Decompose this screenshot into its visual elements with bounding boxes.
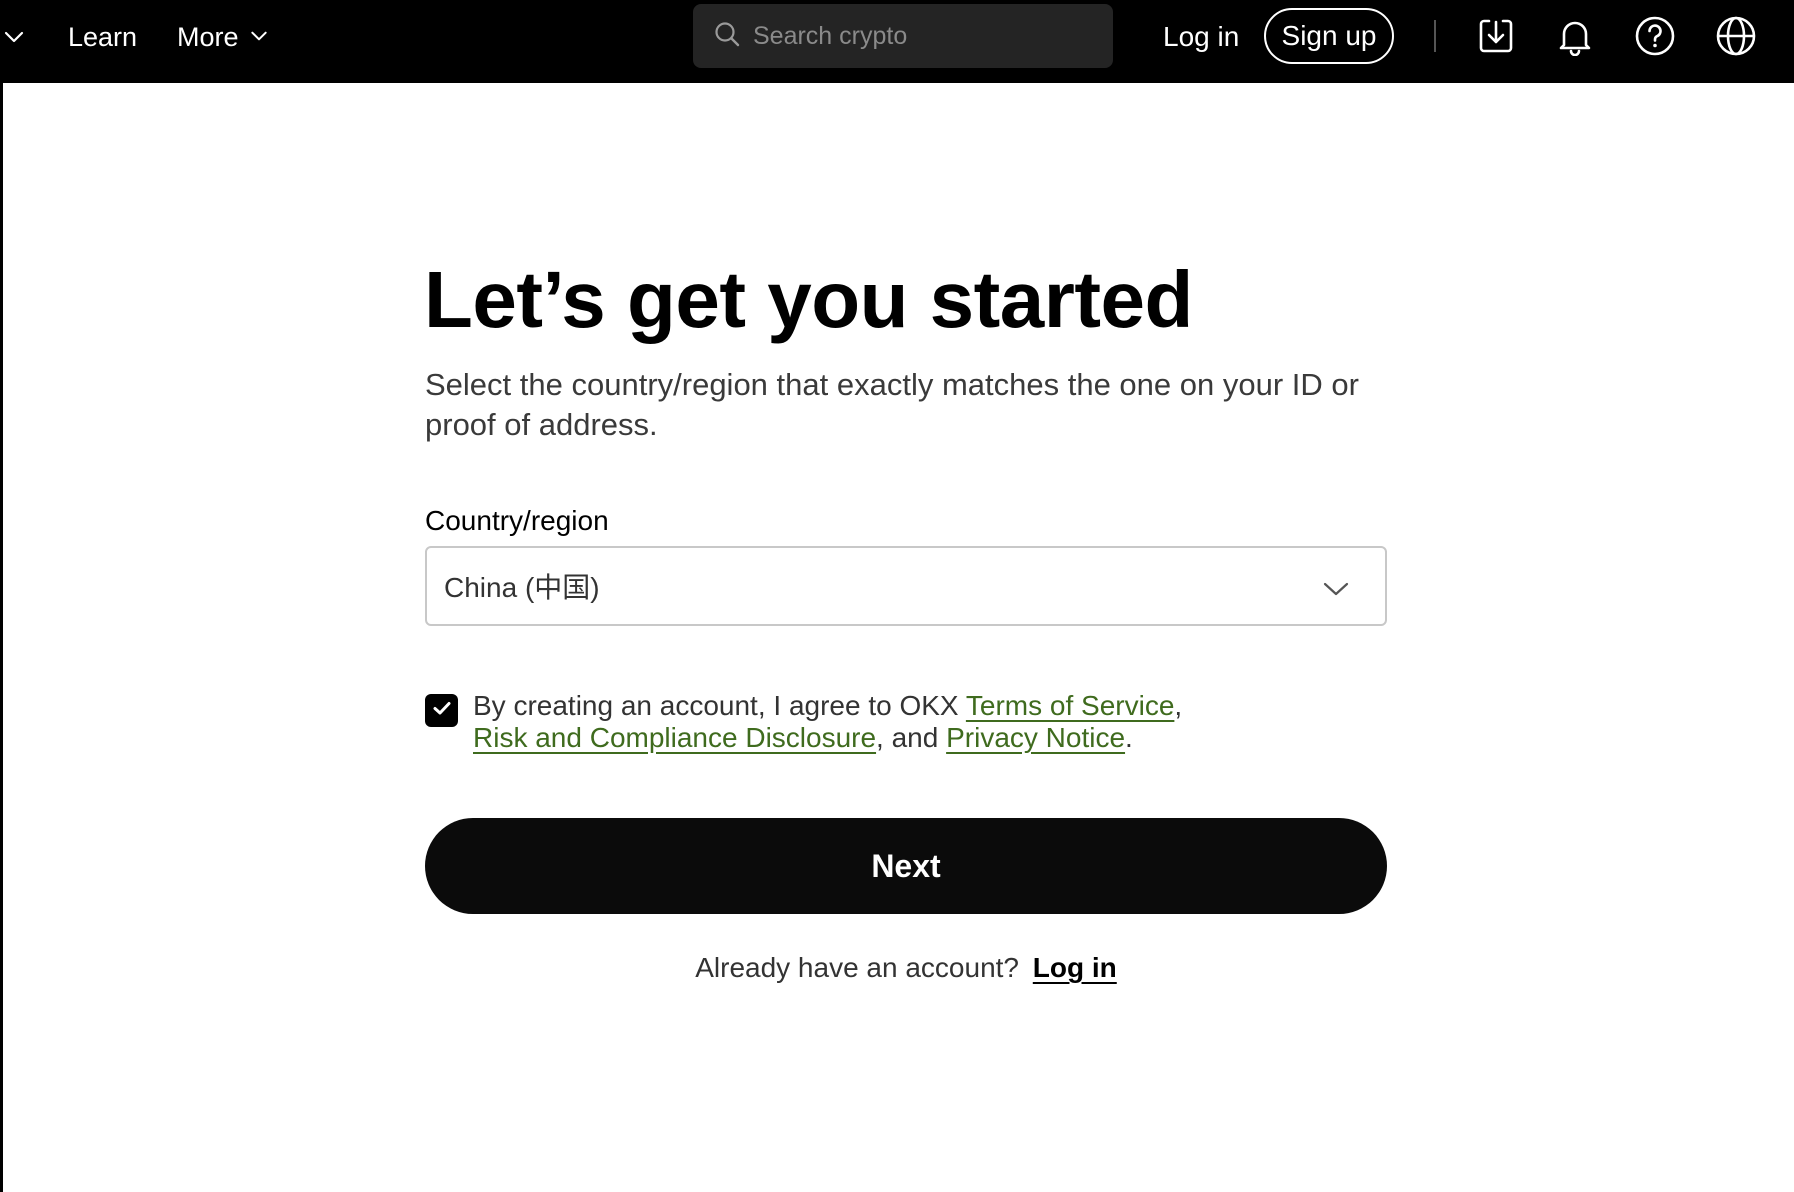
chevron-down-icon — [1321, 574, 1351, 609]
help-icon[interactable] — [1633, 14, 1677, 58]
chevron-down-icon — [239, 19, 269, 55]
search-placeholder: Search crypto — [753, 21, 908, 50]
country-field-label: Country/region — [425, 505, 609, 536]
nav-more-menu[interactable]: More — [177, 19, 269, 55]
chevron-down-icon[interactable] — [2, 25, 26, 49]
risk-disclosure-link[interactable]: Risk and Compliance Disclosure — [473, 722, 876, 753]
already-text: Already have an account? — [695, 952, 1019, 983]
page-subtitle: Select the country/region that exactly m… — [425, 367, 1359, 442]
country-select-value: China (中国) — [444, 572, 600, 603]
nav-learn[interactable]: Learn — [68, 19, 137, 55]
bell-icon[interactable] — [1553, 14, 1597, 58]
privacy-notice-link[interactable]: Privacy Notice — [946, 722, 1125, 753]
consent-suffix: . — [1125, 722, 1133, 753]
globe-icon[interactable] — [1714, 14, 1758, 58]
terms-of-service-link[interactable]: Terms of Service — [966, 690, 1175, 721]
download-icon[interactable] — [1474, 14, 1518, 58]
page-left-border — [0, 83, 3, 1192]
search-input[interactable]: Search crypto — [693, 4, 1113, 68]
consent-prefix: By creating an account, I agree to OKX — [473, 690, 966, 721]
consent-row: By creating an account, I agree to OKX T… — [425, 690, 1225, 754]
consent-text: By creating an account, I agree to OKX T… — [473, 690, 1182, 754]
consent-sep1: , — [1174, 690, 1183, 721]
country-select[interactable]: China (中国) — [425, 546, 1387, 626]
search-icon — [713, 20, 741, 53]
already-have-account: Already have an account? Log in — [425, 952, 1387, 984]
nav-more-label: More — [177, 22, 239, 52]
nav-divider — [1434, 20, 1436, 52]
consent-sep2: , and — [876, 722, 947, 753]
next-button[interactable]: Next — [425, 818, 1387, 914]
checkmark-icon — [431, 697, 453, 724]
login-button[interactable]: Log in — [1163, 19, 1239, 55]
consent-checkbox[interactable] — [425, 694, 458, 727]
login-link[interactable]: Log in — [1033, 952, 1117, 983]
signup-button[interactable]: Sign up — [1264, 8, 1394, 64]
page-title: Let’s get you started — [424, 255, 1193, 344]
top-nav-bar: Learn More Search crypto Log in Sign up — [0, 0, 1794, 83]
